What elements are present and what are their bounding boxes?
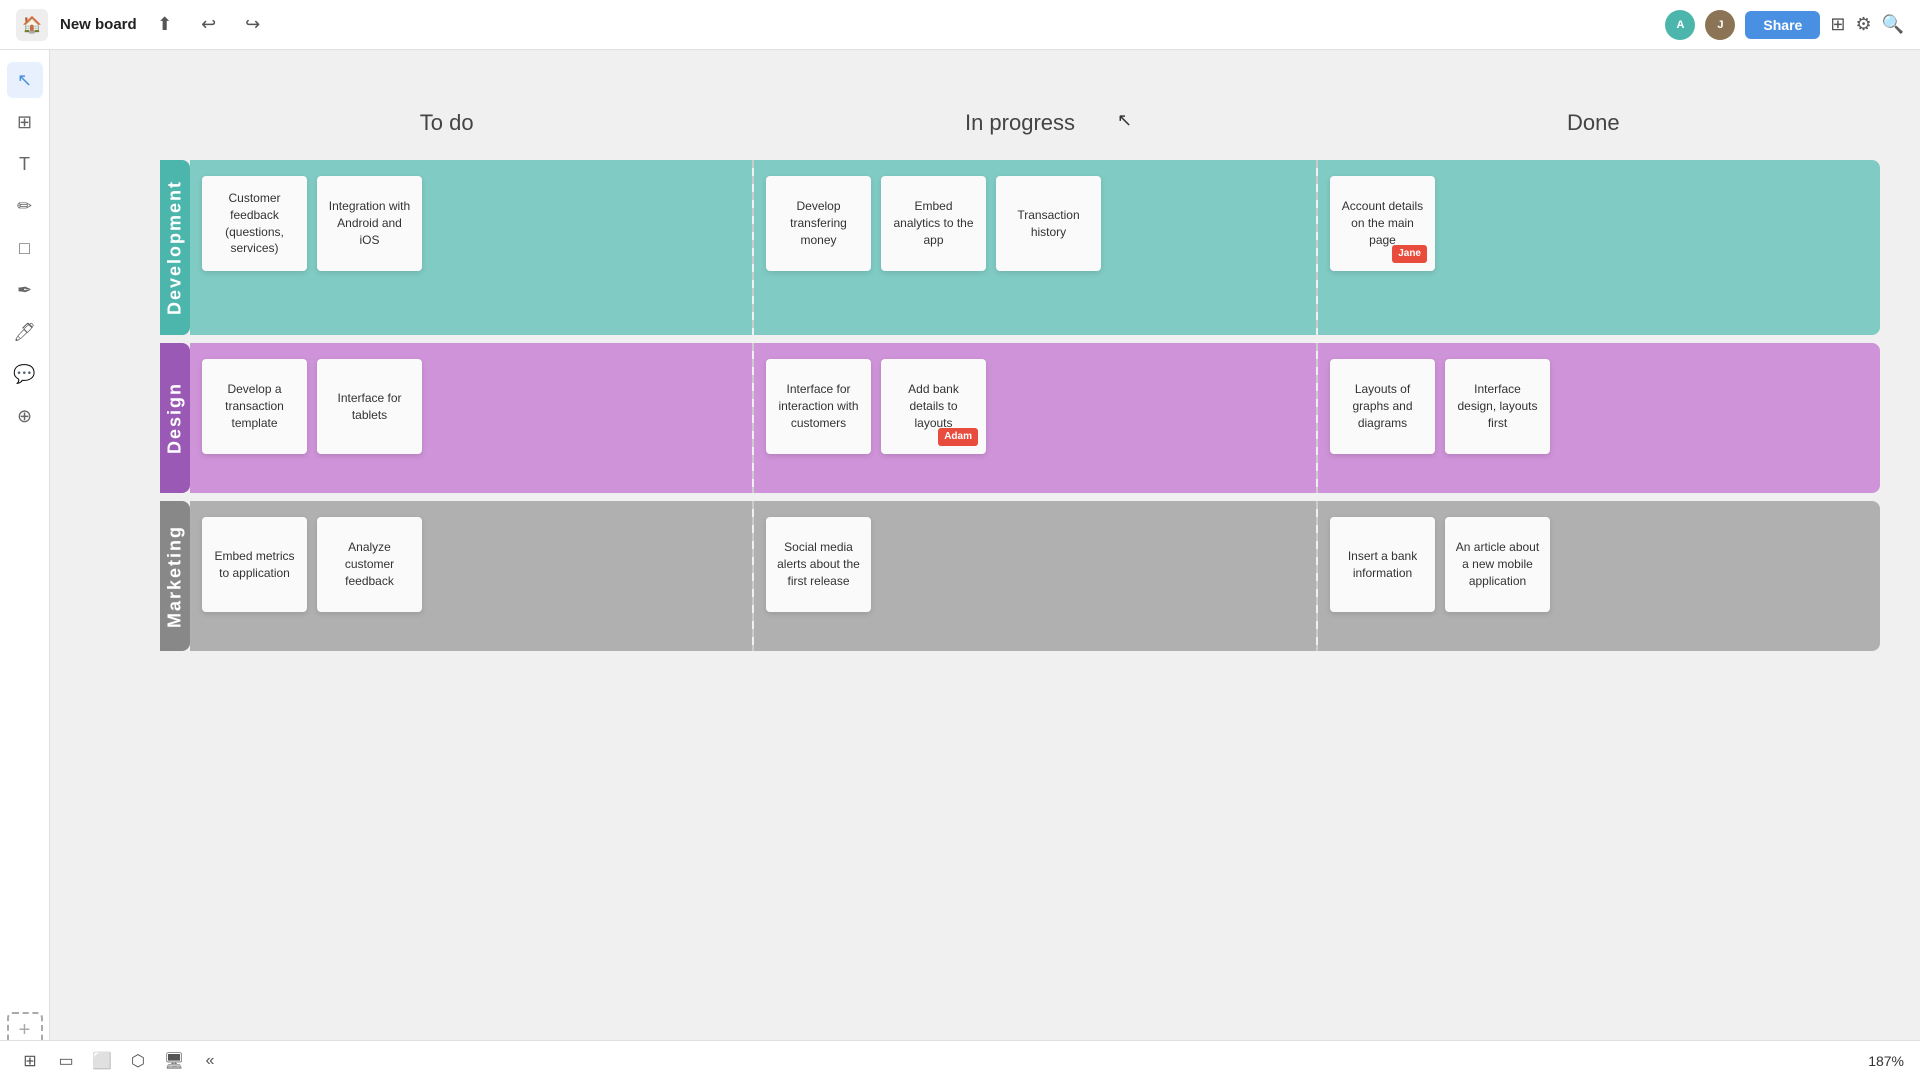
board-area: Development Customer feedback (questions… — [160, 160, 1880, 659]
column-headers: To do In progress Done — [160, 110, 1880, 136]
row-design: Design Develop a transaction template In… — [160, 343, 1880, 493]
draw-tool[interactable]: ✒ — [7, 272, 43, 308]
card-social-media[interactable]: Social media alerts about the first rele… — [766, 517, 871, 612]
layout-tool[interactable]: ⊞ — [7, 104, 43, 140]
row-marketing: Marketing Embed metrics to application A… — [160, 501, 1880, 651]
board-title: New board — [60, 16, 137, 33]
redo-button[interactable]: ↪ — [237, 9, 269, 41]
marketing-content: Embed metrics to application Analyze cus… — [190, 501, 1880, 651]
card-embed-analytics[interactable]: Embed analytics to the app — [881, 176, 986, 271]
search-icon[interactable]: 🔍 — [1882, 14, 1904, 35]
bottom-sticky-icon[interactable]: ⬡ — [124, 1047, 152, 1075]
card-dev-transfering[interactable]: Develop transfering money — [766, 176, 871, 271]
bottom-bar: ⊞ ▭ ⬜ ⬡ 🖥 « 187% — [0, 1040, 1920, 1080]
card-interface-tablets[interactable]: Interface for tablets — [317, 359, 422, 454]
component-tool[interactable]: ⊕ — [7, 398, 43, 434]
dev-done: Account details on the main page Jane — [1318, 160, 1880, 335]
card-analyze-feedback[interactable]: Analyze customer feedback — [317, 517, 422, 612]
home-button[interactable]: 🏠 — [16, 9, 48, 41]
card-transaction-history[interactable]: Transaction history — [996, 176, 1101, 271]
upload-button[interactable]: ⬆ — [149, 9, 181, 41]
card-interface-design[interactable]: Interface design, layouts first — [1445, 359, 1550, 454]
tag-adam: Adam — [938, 428, 978, 446]
undo-button[interactable]: ↩ — [193, 9, 225, 41]
label-development: Development — [160, 160, 190, 335]
tag-jane: Jane — [1392, 245, 1427, 263]
topbar-right: A J Share ⊞ ⚙ 🔍 — [1665, 10, 1904, 40]
share-button[interactable]: Share — [1745, 11, 1820, 39]
marker-tool[interactable]: 🖊 — [7, 314, 43, 350]
card-embed-metrics[interactable]: Embed metrics to application — [202, 517, 307, 612]
text-tool[interactable]: T — [7, 146, 43, 182]
design-inprogress: Interface for interaction with customers… — [754, 343, 1316, 493]
cursor-tool[interactable]: ↖ — [7, 62, 43, 98]
row-development: Development Customer feedback (questions… — [160, 160, 1880, 335]
card-transaction-template[interactable]: Develop a transaction template — [202, 359, 307, 454]
label-design: Design — [160, 343, 190, 493]
main-canvas: To do In progress Done Development Custo… — [50, 50, 1920, 1080]
card-insert-bank[interactable]: Insert a bank information — [1330, 517, 1435, 612]
card-layouts-graphs[interactable]: Layouts of graphs and diagrams — [1330, 359, 1435, 454]
marketing-done: Insert a bank information An article abo… — [1318, 501, 1880, 651]
card-customer-feedback[interactable]: Customer feedback (questions, services) — [202, 176, 307, 271]
card-add-bank-details[interactable]: Add bank details to layouts Adam — [881, 359, 986, 454]
marketing-todo: Embed metrics to application Analyze cus… — [190, 501, 752, 651]
pen-tool[interactable]: ✏ — [7, 188, 43, 224]
bottom-right: 187% — [1868, 1053, 1904, 1069]
col-header-inprogress: In progress — [733, 110, 1306, 136]
bottom-card-icon[interactable]: ▭ — [52, 1047, 80, 1075]
avatar-user1[interactable]: A — [1665, 10, 1695, 40]
card-account-details[interactable]: Account details on the main page Jane — [1330, 176, 1435, 271]
chat-tool[interactable]: 💬 — [7, 356, 43, 392]
board-icon[interactable]: ⊞ — [1830, 14, 1845, 35]
col-header-todo: To do — [160, 110, 733, 136]
label-marketing: Marketing — [160, 501, 190, 651]
design-done: Layouts of graphs and diagrams Interface… — [1318, 343, 1880, 493]
bottom-frame-icon[interactable]: ⬜ — [88, 1047, 116, 1075]
shape-tool[interactable]: □ — [7, 230, 43, 266]
design-content: Develop a transaction template Interface… — [190, 343, 1880, 493]
dev-todo: Customer feedback (questions, services) … — [190, 160, 752, 335]
development-content: Customer feedback (questions, services) … — [190, 160, 1880, 335]
tools-icon[interactable]: ⚙ — [1855, 14, 1871, 35]
zoom-level: 187% — [1868, 1053, 1904, 1069]
avatar-user2[interactable]: J — [1705, 10, 1735, 40]
marketing-inprogress: Social media alerts about the first rele… — [754, 501, 1316, 651]
card-article-mobile[interactable]: An article about a new mobile applicatio… — [1445, 517, 1550, 612]
card-interface-customers[interactable]: Interface for interaction with customers — [766, 359, 871, 454]
bottom-grid-icon[interactable]: ⊞ — [16, 1047, 44, 1075]
left-sidebar: ↖ ⊞ T ✏ □ ✒ 🖊 💬 ⊕ + — [0, 50, 50, 1080]
topbar: 🏠 New board ⬆ ↩ ↪ A J Share ⊞ ⚙ 🔍 — [0, 0, 1920, 50]
design-todo: Develop a transaction template Interface… — [190, 343, 752, 493]
col-header-done: Done — [1307, 110, 1880, 136]
card-integration-android[interactable]: Integration with Android and iOS — [317, 176, 422, 271]
dev-inprogress: Develop transfering money Embed analytic… — [754, 160, 1316, 335]
bottom-collapse-icon[interactable]: « — [196, 1047, 224, 1075]
bottom-screen-icon[interactable]: 🖥 — [160, 1047, 188, 1075]
